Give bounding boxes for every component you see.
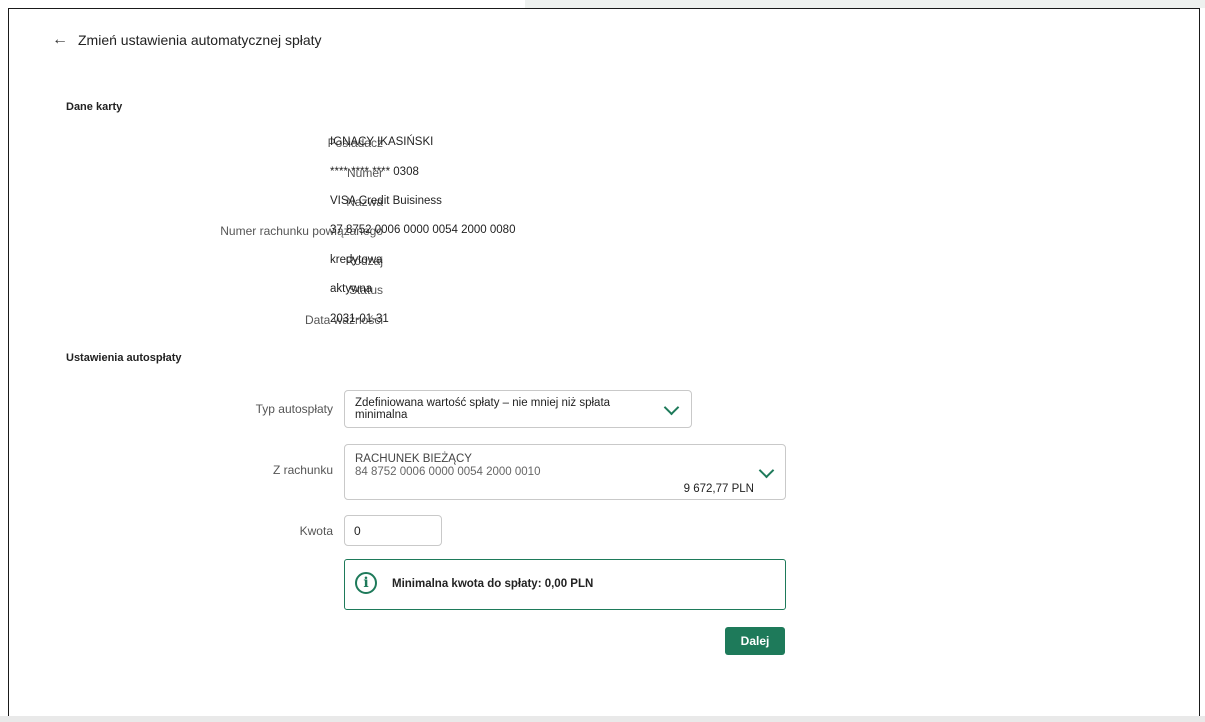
page-header: ← Zmień ustawienia automatycznej spłaty [52,32,322,49]
card-field-name: Nazwa VISA Credit Buisiness [60,195,760,211]
field-value: **** **** **** 0308 [330,166,419,178]
account-name: RACHUNEK BIEŻĄCY [355,453,472,465]
account-number: 84 8752 0006 0000 0054 2000 0010 [355,466,541,478]
account-balance: 9 672,77 PLN [683,483,754,495]
amount-input[interactable] [344,515,442,546]
top-strip-shade [525,0,1205,8]
card-field-expiry: Data ważności 2031-01-31 [60,313,760,329]
card-field-holder: Posiadacz IGNACY IKASIŃSKI [60,136,760,152]
info-icon: i [355,572,377,594]
frame-border-left [8,8,9,722]
card-field-linked-account: Numer rachunku powiązanego 37 8752 0006 … [60,224,760,240]
info-text: Minimalna kwota do spłaty: 0,00 PLN [392,578,594,590]
card-field-number: Numer **** **** **** 0308 [60,166,760,182]
field-value: aktywna [330,283,373,295]
field-value: VISA Credit Buisiness [330,195,442,207]
chevron-down-icon [663,399,680,416]
field-value: kredytowa [330,254,383,266]
card-field-type: Rodzaj kredytowa [60,254,760,270]
field-value: 2031-01-31 [330,313,389,325]
source-account-label: Z rachunku [272,463,333,477]
autopay-section-title: Ustawienia autospłaty [66,352,182,364]
top-strip [0,0,1205,8]
frame-border-top [8,8,1200,9]
autopay-type-value: Zdefiniowana wartość spłaty – nie mniej … [355,397,611,421]
bottom-strip [0,716,1205,722]
next-button[interactable]: Dalej [725,627,785,655]
card-field-status: Status aktywna [60,283,760,299]
amount-label: Kwota [299,524,333,538]
page-title: Zmień ustawienia automatycznej spłaty [78,32,322,48]
arrow-left-icon[interactable]: ← [52,32,72,48]
chevron-down-icon [758,462,775,479]
source-account-select[interactable]: RACHUNEK BIEŻĄCY 84 8752 0006 0000 0054 … [344,444,786,500]
card-section-title: Dane karty [66,101,123,113]
field-value: IGNACY IKASIŃSKI [330,136,434,148]
autopay-type-select[interactable]: Zdefiniowana wartość spłaty – nie mniej … [344,390,692,428]
field-value: 37 8752 0006 0000 0054 2000 0080 [330,224,516,236]
autopay-type-label: Typ autospłaty [255,402,333,416]
frame-border-right [1199,8,1200,722]
min-amount-info: i Minimalna kwota do spłaty: 0,00 PLN [344,559,786,610]
